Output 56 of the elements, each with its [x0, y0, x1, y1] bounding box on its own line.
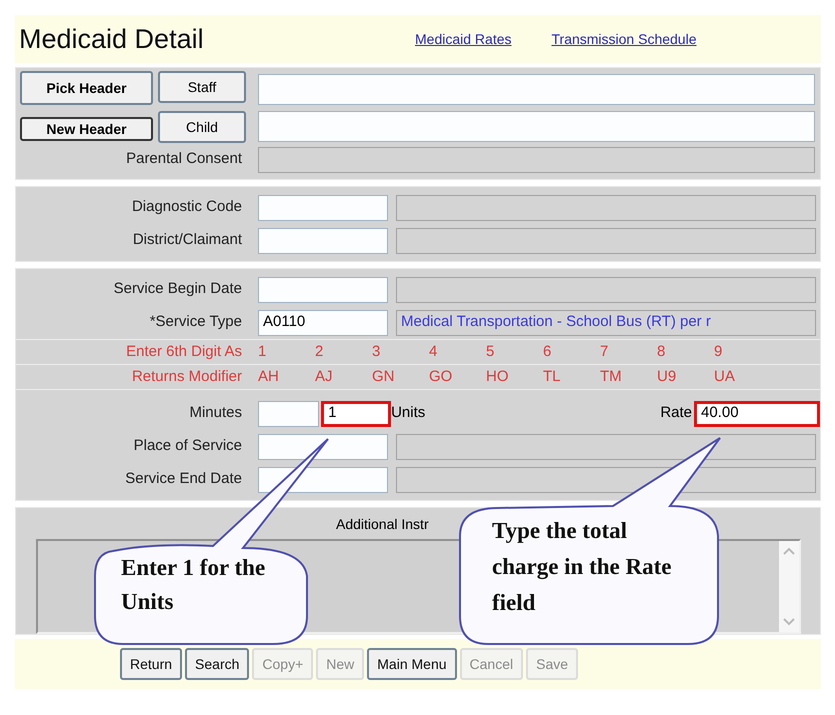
input-field[interactable]: 40.00: [694, 400, 820, 426]
input-field[interactable]: [258, 74, 815, 105]
modifier-value: 8: [657, 342, 666, 362]
modifier-value: 6: [543, 342, 552, 362]
scrollbar[interactable]: [778, 541, 798, 632]
field-label: Minutes: [188, 403, 243, 424]
modifier-label: Enter 6th Digit As: [125, 342, 243, 362]
input-field[interactable]: [258, 111, 815, 142]
input-field[interactable]: [258, 400, 320, 426]
field-label: Parental Consent: [125, 149, 243, 170]
header-link[interactable]: Transmission Schedule: [552, 28, 696, 50]
input-field[interactable]: [258, 276, 388, 302]
scroll-up-icon[interactable]: [782, 547, 794, 555]
modifier-value: TL: [543, 366, 562, 387]
input-field[interactable]: [258, 194, 388, 220]
modifier-value: GN: [372, 366, 396, 387]
modifier-value: 1: [258, 342, 268, 362]
field-label: District/Claimant: [132, 230, 243, 250]
modifier-label: Returns Modifier: [130, 366, 243, 387]
field-label: *Service Type: [148, 312, 243, 332]
staff-button[interactable]: Staff: [158, 71, 246, 103]
field-label: Diagnostic Code: [130, 197, 243, 218]
modifier-value: U9: [657, 366, 678, 387]
modifier-value: AJ: [315, 366, 334, 387]
footer-button[interactable]: Main Menu: [367, 648, 457, 680]
rate-label: Rate: [660, 403, 692, 424]
modifier-value: 5: [486, 342, 496, 362]
modifier-value: 9: [714, 342, 724, 362]
input-field[interactable]: A0110: [258, 310, 388, 336]
modifier-value: UA: [714, 366, 736, 387]
input-field[interactable]: [258, 434, 388, 460]
modifier-value: GO: [429, 366, 454, 387]
footer-button[interactable]: Search: [185, 648, 250, 680]
footer-button[interactable]: Return: [120, 648, 182, 680]
modifier-value: TM: [600, 366, 623, 387]
field-label: Service Begin Date: [112, 279, 243, 300]
service-description: Medical Transportation - School Bus (RT) per r: [396, 310, 816, 336]
child-button[interactable]: Child: [158, 111, 246, 143]
callout-text: Enter 1 for the Units: [121, 554, 266, 616]
modifier-value: 3: [372, 342, 382, 362]
input-field[interactable]: [258, 228, 388, 254]
units-label: Units: [391, 403, 426, 424]
new-header-button[interactable]: New Header: [20, 117, 153, 141]
modifier-value: HO: [486, 366, 510, 387]
field-label: Service End Date: [124, 469, 243, 490]
header-link[interactable]: Medicaid Rates: [415, 28, 512, 50]
pick-header-button[interactable]: Pick Header: [20, 71, 153, 105]
field-label: Place of Service: [132, 436, 243, 456]
scroll-down-icon[interactable]: [782, 618, 794, 626]
modifier-value: AH: [258, 366, 280, 387]
modifier-value: 2: [315, 342, 324, 362]
callout-text: Type the total charge in the Rate field: [492, 517, 672, 617]
modifier-value: 4: [429, 342, 438, 362]
additional-instructions-label: Additional Instr: [335, 515, 429, 534]
input-field[interactable]: 1: [321, 400, 392, 426]
modifier-value: 7: [600, 342, 610, 362]
